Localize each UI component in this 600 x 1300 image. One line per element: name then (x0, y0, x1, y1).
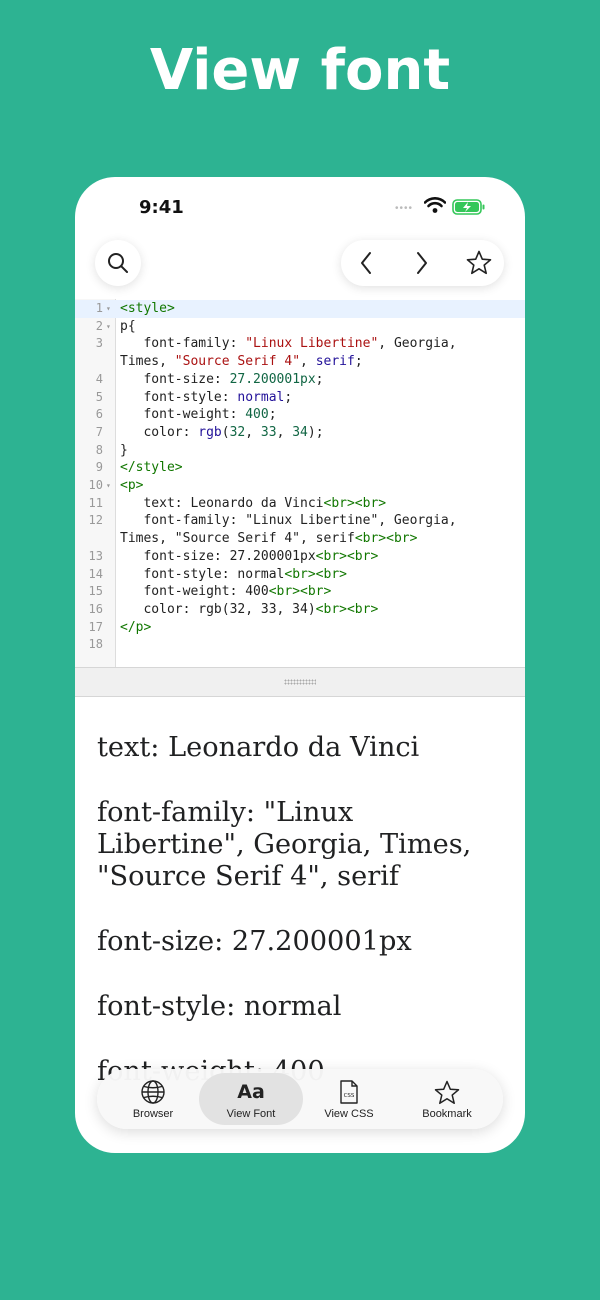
preview-line: text: Leonardo da Vinci (97, 732, 420, 763)
line-number: 10 (88, 478, 103, 492)
code-line[interactable]: 8} (75, 442, 525, 460)
line-number: 11 (88, 495, 103, 510)
status-time: 9:41 (139, 197, 184, 218)
font-aa-icon: Aa (237, 1081, 265, 1103)
code-line[interactable]: 18 (75, 636, 525, 654)
code-text: font-family: "Linux Libertine", Georgia, (120, 336, 457, 352)
resize-splitter[interactable] (75, 667, 525, 697)
code-line[interactable]: 1 ▾ <style> (75, 300, 525, 318)
code-text: font-family: "Linux Libertine", Georgia, (120, 513, 457, 529)
wifi-icon (424, 197, 446, 213)
navigation-controls (341, 240, 504, 286)
code-text: font-style: normal; (120, 389, 293, 405)
code-text: </style> (120, 460, 183, 476)
search-icon (108, 253, 128, 273)
preview-line: font-size: 27.200001px (97, 926, 412, 957)
code-text: </p> (120, 619, 152, 635)
line-number: 8 (95, 442, 103, 457)
code-text: font-size: 27.200001px; (120, 371, 324, 387)
code-line[interactable]: 11 text: Leonardo da Vinci<br><br> (75, 495, 525, 513)
font-preview: text: Leonardo da Vinci font-family: "Li… (97, 732, 507, 1121)
line-number: 7 (95, 424, 103, 439)
battery-charging-icon (452, 199, 485, 215)
code-line[interactable]: 14 font-style: normal<br><br> (75, 566, 525, 584)
tab-label: View CSS (324, 1108, 374, 1120)
line-number: 13 (88, 548, 103, 563)
code-line[interactable]: 6 font-weight: 400; (75, 406, 525, 424)
line-number: 2 (95, 318, 103, 333)
tab-label: View Font (226, 1108, 276, 1120)
tab-label: Bookmark (422, 1108, 472, 1120)
tab-view-font[interactable]: Aa View Font (199, 1073, 303, 1125)
css-file-icon: CSS (340, 1080, 358, 1104)
code-text: font-style: normal<br><br> (120, 566, 347, 582)
code-line[interactable]: 7 color: rgb(32, 33, 34); (75, 424, 525, 442)
code-text: font-size: 27.200001px<br><br> (120, 548, 379, 564)
globe-icon (141, 1080, 165, 1104)
code-text: text: Leonardo da Vinci<br><br> (120, 495, 387, 511)
line-number: 4 (95, 371, 103, 386)
line-number: 15 (88, 584, 103, 599)
code-text: Times, "Source Serif 4", serif; (120, 354, 363, 370)
tab-view-css[interactable]: CSS View CSS (297, 1073, 401, 1125)
code-text: p{ (120, 318, 136, 334)
tab-label: Browser (132, 1108, 174, 1120)
preview-line: font-family: "Linux Libertine", Georgia,… (97, 797, 472, 892)
chevron-left-icon (361, 252, 371, 274)
code-text: color: rgb(32, 33, 34); (120, 424, 324, 440)
code-line[interactable]: 15 font-weight: 400<br><br> (75, 583, 525, 601)
fold-toggle-icon[interactable]: ▾ (106, 300, 111, 318)
line-number: 17 (88, 619, 103, 634)
code-text: <p> (120, 478, 144, 493)
code-line[interactable]: 9 </style> (75, 459, 525, 477)
bookmark-star-button[interactable] (456, 240, 502, 286)
search-button[interactable] (95, 240, 141, 286)
line-number: 16 (88, 601, 103, 616)
forward-button[interactable] (399, 240, 445, 286)
code-line[interactable]: Times, "Source Serif 4", serif<br><br> (75, 530, 525, 548)
bottom-tab-bar: Browser Aa View Font CSS View CSS Bookma… (97, 1069, 503, 1129)
line-number: 14 (88, 566, 103, 581)
back-button[interactable] (343, 240, 389, 286)
tab-bookmark[interactable]: Bookmark (395, 1073, 499, 1125)
drag-handle-icon[interactable] (284, 679, 316, 685)
line-number: 3 (95, 336, 103, 351)
line-number: 6 (95, 407, 103, 422)
tab-browser[interactable]: Browser (101, 1073, 205, 1125)
preview-line: font-style: normal (97, 991, 342, 1022)
code-text: <style> (120, 301, 175, 316)
code-line[interactable]: 13 font-size: 27.200001px<br><br> (75, 548, 525, 566)
code-line[interactable]: 2 ▾ p{ (75, 318, 525, 336)
line-number: 5 (95, 389, 103, 404)
code-line[interactable]: Times, "Source Serif 4", serif; (75, 353, 525, 371)
star-icon (434, 1080, 460, 1105)
line-number: 1 (95, 301, 103, 315)
star-icon (466, 250, 492, 275)
status-bar: 9:41 •••• (75, 177, 525, 237)
phone-frame: 9:41 •••• 1 ▾ <style> 2 ▾ p{3 font-fami… (75, 177, 525, 1153)
code-line[interactable]: 16 color: rgb(32, 33, 34)<br><br> (75, 601, 525, 619)
line-number: 18 (88, 637, 103, 652)
code-line[interactable]: 4 font-size: 27.200001px; (75, 371, 525, 389)
code-line[interactable]: 17 </p> (75, 619, 525, 637)
svg-text:CSS: CSS (344, 1093, 355, 1099)
code-text: } (120, 442, 128, 458)
signal-dots: •••• (395, 203, 414, 214)
code-line[interactable]: 12 font-family: "Linux Libertine", Georg… (75, 512, 525, 530)
code-line[interactable]: 5 font-style: normal; (75, 389, 525, 407)
code-text: color: rgb(32, 33, 34)<br><br> (120, 601, 379, 617)
code-text: font-weight: 400<br><br> (120, 584, 332, 600)
chevron-right-icon (417, 252, 427, 274)
fold-toggle-icon[interactable]: ▾ (106, 318, 111, 336)
code-line[interactable]: 10 ▾ <p> (75, 477, 525, 495)
code-text: Times, "Source Serif 4", serif<br><br> (120, 531, 418, 547)
line-number: 9 (95, 460, 103, 475)
fold-toggle-icon[interactable]: ▾ (106, 477, 111, 495)
line-number: 12 (88, 513, 103, 528)
headline: View font (149, 38, 451, 103)
code-editor[interactable]: 1 ▾ <style> 2 ▾ p{3 font-family: "Linux Liber… (75, 299, 525, 667)
code-text: font-weight: 400; (120, 407, 277, 423)
code-line[interactable]: 3 font-family: "Linux Libertine", Georgi… (75, 335, 525, 353)
